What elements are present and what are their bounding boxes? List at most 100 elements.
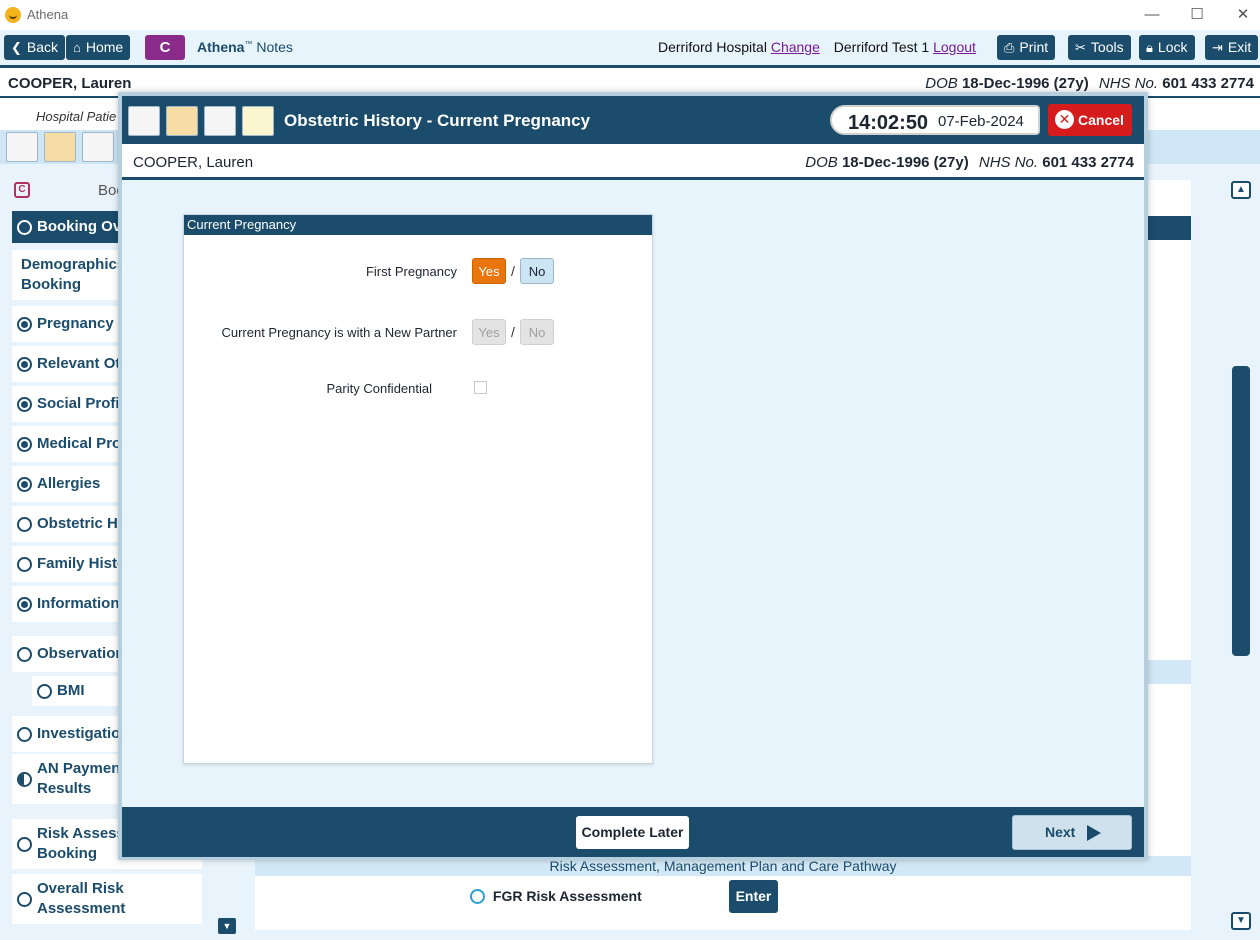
lock-label: Lock <box>1157 39 1188 55</box>
status-radio-icon <box>17 892 32 907</box>
dialog-patient-name: COOPER, Lauren <box>133 154 254 171</box>
app-logo-icon <box>5 7 21 23</box>
back-label: Back <box>26 39 59 55</box>
tools-label: Tools <box>1090 39 1124 55</box>
nhs-label: NHS No. <box>1098 75 1159 92</box>
puzzle-icon[interactable] <box>6 132 38 162</box>
window-titlebar: Athena — ☐ ✕ <box>0 0 1260 30</box>
user-name: Derriford Test 1 <box>833 39 930 55</box>
lock-icon: 🔒︎ <box>1146 40 1153 55</box>
next-label: Next <box>1045 824 1076 840</box>
parity-confidential-label: Parity Confidential <box>326 381 433 396</box>
home-label: Home <box>85 39 124 55</box>
home-button[interactable]: ⌂ Home <box>66 35 131 60</box>
chevron-left-icon: ❮ <box>11 40 22 55</box>
parity-confidential-checkbox[interactable] <box>474 381 487 394</box>
close-window-button[interactable]: ✕ <box>1228 4 1258 26</box>
new-partner-yes-button[interactable]: Yes <box>472 319 506 345</box>
app-brand-name: Athena™ Notes <box>197 39 293 55</box>
brand-button[interactable]: C <box>145 35 185 60</box>
scroll-down-button[interactable]: ▼ <box>1231 912 1251 930</box>
fgr-risk-item[interactable]: FGR Risk Assessment <box>470 888 642 904</box>
first-pregnancy-no-button[interactable]: No <box>520 258 554 284</box>
brand-name: Athena <box>197 39 245 55</box>
current-pregnancy-card: Current Pregnancy First Pregnancy Yes / … <box>183 214 653 764</box>
puzzle-icon[interactable] <box>128 106 160 136</box>
dialog-footer: Complete Later Next <box>122 807 1144 857</box>
status-radio-icon <box>17 437 32 452</box>
back-button[interactable]: ❮ Back <box>4 35 66 60</box>
sub-header-text: Hospital Patie <box>36 109 117 124</box>
separator: / <box>511 263 515 279</box>
window-title: Athena <box>27 7 69 22</box>
dialog-header: Obstetric History - Current Pregnancy 14… <box>122 96 1144 144</box>
cancel-label: Cancel <box>1078 112 1124 128</box>
hospital-name: Derriford Hospital <box>658 39 767 55</box>
time-value: 14:02:50 <box>848 112 929 134</box>
fgr-radio-icon <box>470 889 485 904</box>
dialog-patient-banner: COOPER, Lauren DOB 18-Dec-1996 (27y) NHS… <box>122 144 1144 180</box>
card-title: Current Pregnancy <box>184 215 652 235</box>
status-radio-icon <box>17 837 32 852</box>
status-radio-icon <box>17 772 32 787</box>
maximize-button[interactable]: ☐ <box>1182 4 1212 26</box>
mother-icon[interactable] <box>204 106 236 136</box>
status-radio-icon <box>17 220 32 235</box>
tools-icon: ✂ <box>1075 40 1086 55</box>
dob-value: 18-Dec-1996 (27y) <box>841 154 969 171</box>
next-button[interactable]: Next <box>1012 815 1132 850</box>
arrow-right-icon <box>1087 825 1101 841</box>
tools-button[interactable]: ✂ Tools <box>1068 35 1131 60</box>
exit-button[interactable]: ⇥ Exit <box>1205 35 1259 60</box>
obstetric-history-dialog: Obstetric History - Current Pregnancy 14… <box>118 92 1148 860</box>
change-link[interactable]: Change <box>771 39 820 55</box>
nhs-value: 601 433 2774 <box>1042 154 1134 171</box>
status-radio-icon <box>17 357 32 372</box>
first-pregnancy-label: First Pregnancy <box>365 264 457 279</box>
fgr-label: FGR Risk Assessment <box>492 888 642 904</box>
scroll-up-button[interactable]: ▲ <box>1231 181 1251 199</box>
cancel-button[interactable]: ✕ Cancel <box>1048 104 1132 136</box>
sidebar-item[interactable]: Overall Risk Assessment <box>12 874 202 924</box>
printer-icon: ⎙ <box>1004 40 1015 55</box>
patient-ids: DOB 18-Dec-1996 (27y) NHS No. 601 433 27… <box>925 75 1254 92</box>
date-value: 07-Feb-2024 <box>938 113 1024 130</box>
close-circle-icon: ✕ <box>1055 110 1074 129</box>
dob-label: DOB <box>925 75 958 92</box>
new-partner-no-button[interactable]: No <box>520 319 554 345</box>
status-radio-icon <box>17 397 32 412</box>
complete-later-button[interactable]: Complete Later <box>576 816 689 849</box>
new-partner-label: Current Pregnancy is with a New Partner <box>221 325 457 340</box>
print-button[interactable]: ⎙ Print <box>997 35 1056 60</box>
sidebar-scroll-down-icon[interactable]: ▼ <box>218 918 236 934</box>
status-radio-icon <box>37 684 52 699</box>
pill-icon[interactable] <box>44 132 76 162</box>
home-icon: ⌂ <box>73 40 81 55</box>
exit-label: Exit <box>1227 39 1252 55</box>
calendar-icon[interactable] <box>242 106 274 136</box>
exit-icon: ⇥ <box>1212 40 1223 55</box>
first-pregnancy-yes-button[interactable]: Yes <box>472 258 506 284</box>
logout-link[interactable]: Logout <box>933 39 976 55</box>
app-toolbar: ❮ Back ⌂ Home C ⎙ Print ✂ Tools 🔒︎ Lock … <box>0 30 1260 65</box>
brand-c-icon: C <box>14 182 30 198</box>
minimize-button[interactable]: — <box>1137 4 1167 26</box>
pill-icon[interactable] <box>166 106 198 136</box>
status-radio-icon <box>17 647 32 662</box>
dob-value: 18-Dec-1996 (27y) <box>961 75 1089 92</box>
dialog-patient-ids: DOB 18-Dec-1996 (27y) NHS No. 601 433 27… <box>805 154 1134 171</box>
enter-button[interactable]: Enter <box>729 880 778 913</box>
datetime-display: 14:02:50 07-Feb-2024 <box>830 105 1040 135</box>
scrollbar-thumb[interactable] <box>1232 366 1250 656</box>
status-radio-icon <box>17 727 32 742</box>
separator: / <box>511 324 515 340</box>
sidebar-item-label: Overall Risk Assessment <box>37 880 126 917</box>
lock-button[interactable]: 🔒︎ Lock <box>1139 35 1195 60</box>
patient-name: COOPER, Lauren <box>8 75 132 92</box>
status-radio-icon <box>17 477 32 492</box>
brand-suffix: Notes <box>252 39 293 55</box>
mother-icon[interactable] <box>82 132 114 162</box>
status-radio-icon <box>17 557 32 572</box>
dob-label: DOB <box>805 154 838 171</box>
nhs-label: NHS No. <box>978 154 1039 171</box>
